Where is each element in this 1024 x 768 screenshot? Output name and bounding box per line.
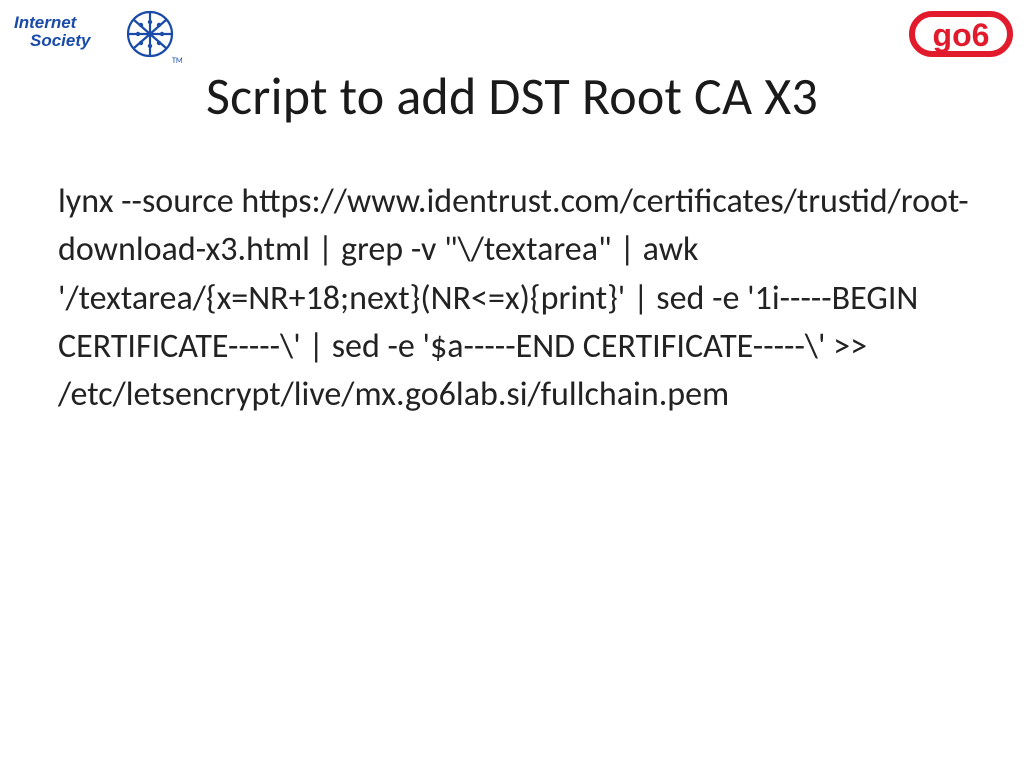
slide-title: Script to add DST Root CA X3 — [0, 64, 1024, 128]
go6-logo: go6 — [906, 6, 1016, 62]
slide-body-text: lynx --source https://www.identrust.com/… — [58, 178, 974, 419]
slide: Internet Society TM — [0, 0, 1024, 768]
svg-text:Internet: Internet — [14, 13, 78, 32]
internet-society-logo: Internet Society TM — [12, 8, 182, 70]
svg-text:go6: go6 — [933, 17, 990, 53]
svg-text:Society: Society — [30, 31, 92, 50]
